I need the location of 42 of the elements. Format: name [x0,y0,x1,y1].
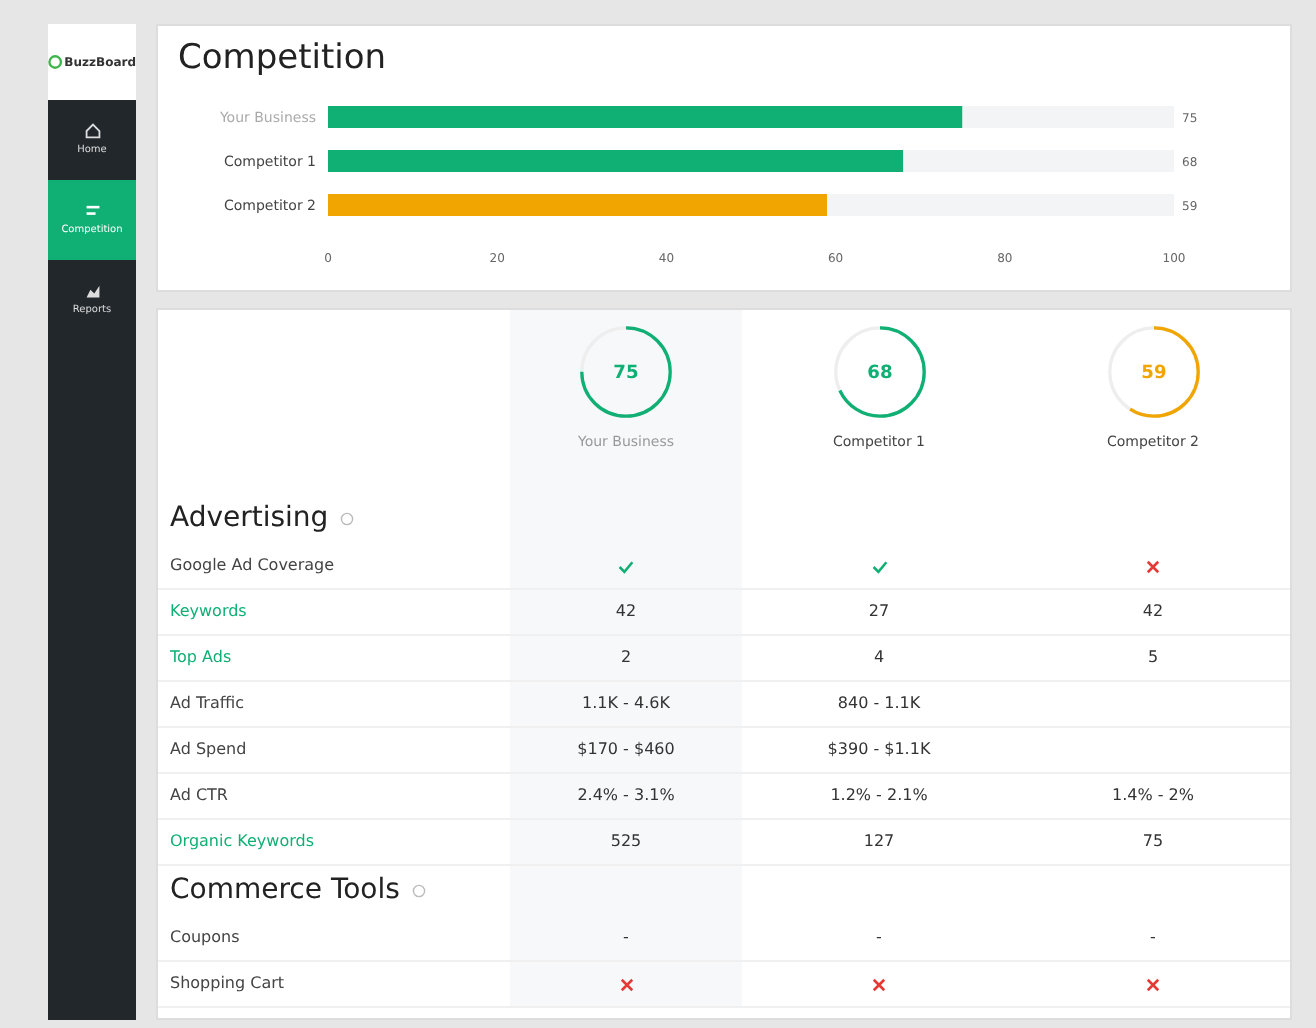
cross-icon [1146,977,1160,991]
table-cell: - [623,926,629,950]
table-cell: - [1150,926,1156,950]
table-cell: $390 - $1.1K [827,738,931,762]
table-cell: 1.1K - 4.6K [582,692,670,716]
table-cell: 5 [1147,646,1159,670]
cross-icon [1146,559,1160,573]
section-title: Commerce Tools [170,872,400,910]
metric-link[interactable]: Keywords [158,590,510,636]
card-title: Competition [176,36,389,82]
info-icon [340,512,355,526]
table-cell: 1.4% - 2% [1112,784,1194,808]
metric-link[interactable]: Top Ads [158,636,510,682]
table-cell: $170 - $460 [577,738,675,762]
table-cell: 75 [1142,830,1164,854]
section-title: Advertising [170,500,329,538]
metric-label: Ad CTR [158,774,510,820]
metric-label: Coupons [158,916,510,962]
cross-icon [619,977,633,991]
metric-label: Google Ad Coverage [158,544,510,590]
cross-icon [872,977,886,991]
metric-label: Ad Traffic [158,682,510,728]
table-cell: 127 [863,830,895,854]
bars-icon [83,201,101,220]
table-cell: - [876,926,882,950]
info-icon [411,884,426,898]
table-cell: 1.2% - 2.1% [830,784,928,808]
table-cell: 2 [620,646,632,670]
metric-link[interactable]: Organic Keywords [158,820,510,866]
check-icon [618,559,634,573]
table-cell: 525 [610,830,642,854]
metric-label: Shopping Cart [158,962,510,1008]
table-cell: 27 [868,600,890,624]
table-cell: 2.4% - 3.1% [577,784,675,808]
table-cell: 4 [873,646,885,670]
table-cell: 42 [615,600,637,624]
table-cell: 840 - 1.1K [837,692,921,716]
table-cell: 42 [1142,600,1164,624]
chart-icon [83,281,101,300]
check-icon [871,559,887,573]
metric-label: Ad Spend [158,728,510,774]
home-icon [83,121,101,140]
